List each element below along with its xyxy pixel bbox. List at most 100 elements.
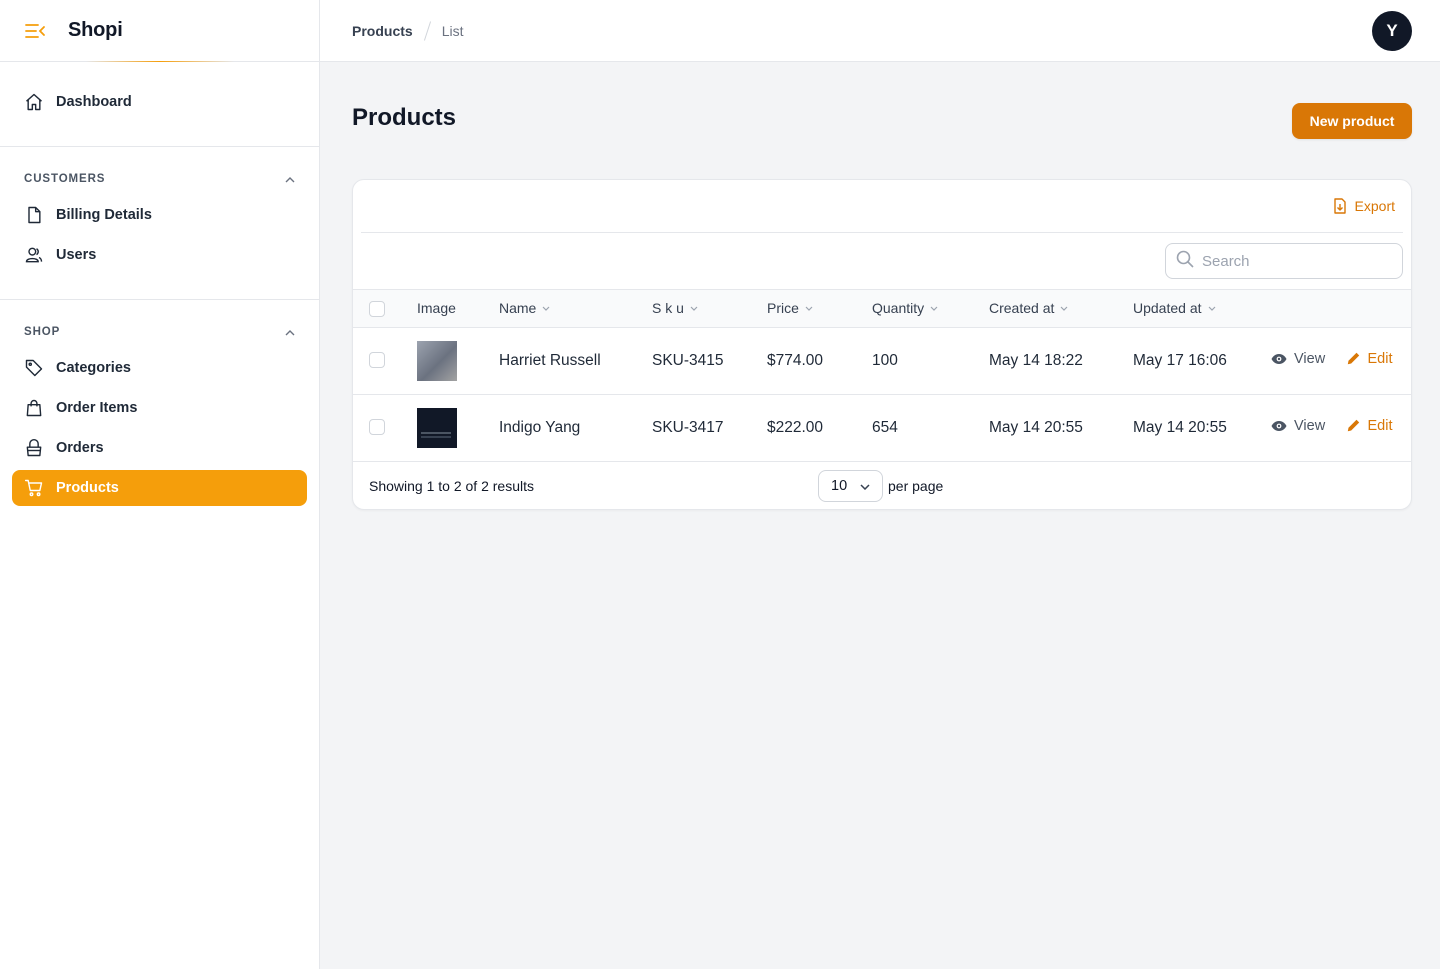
sidebar-item-orders[interactable]: Orders	[12, 430, 307, 466]
results-summary: Showing 1 to 2 of 2 results	[369, 478, 534, 494]
sidebar-item-products[interactable]: Products	[12, 470, 307, 506]
sort-chevron-icon	[1208, 306, 1216, 311]
column-label: Updated at	[1133, 300, 1202, 316]
shopping-cart-icon	[24, 478, 44, 498]
sidebar-item-dashboard[interactable]: Dashboard	[12, 84, 307, 120]
pencil-icon	[1347, 419, 1360, 432]
brand-underline	[86, 61, 234, 62]
table-row: Harriet Russell SKU-3415 $774.00 100 May…	[353, 327, 1411, 394]
search-box	[1165, 243, 1403, 279]
column-label: Name	[499, 300, 536, 316]
users-icon	[24, 245, 44, 265]
sidebar-item-label: Products	[56, 480, 119, 496]
column-label: Quantity	[872, 300, 924, 316]
group-toggle-shop[interactable]: SHOP	[12, 324, 307, 340]
sidebar-item-label: Categories	[56, 360, 131, 376]
tag-icon	[24, 358, 44, 378]
table-row: Indigo Yang SKU-3417 $222.00 654 May 14 …	[353, 394, 1411, 461]
sidebar-item-billing-details[interactable]: Billing Details	[12, 197, 307, 233]
sidebar-item-users[interactable]: Users	[12, 237, 307, 273]
cell-name: Indigo Yang	[499, 394, 652, 461]
search-input[interactable]	[1202, 253, 1392, 270]
cell-price: $774.00	[767, 327, 872, 394]
edit-label: Edit	[1367, 418, 1392, 434]
products-table-card: Export Image Name S k u Price Quantity C…	[352, 179, 1412, 510]
cell-quantity: 654	[872, 394, 989, 461]
sort-chevron-icon	[930, 306, 938, 311]
document-icon	[24, 205, 44, 225]
sidebar-item-categories[interactable]: Categories	[12, 350, 307, 386]
app-name: Shopi	[68, 19, 123, 42]
eye-icon	[1271, 353, 1287, 365]
row-checkbox[interactable]	[369, 352, 385, 368]
column-label: Price	[767, 300, 799, 316]
cell-updated-at: May 17 16:06	[1133, 327, 1271, 394]
cell-name: Harriet Russell	[499, 327, 652, 394]
column-header-price[interactable]: Price	[767, 300, 813, 316]
product-thumbnail	[417, 341, 457, 381]
table-toolbar: Export	[361, 180, 1403, 233]
edit-action[interactable]: Edit	[1347, 351, 1392, 367]
sidebar-item-label: Billing Details	[56, 207, 152, 223]
group-label: CUSTOMERS	[24, 173, 105, 185]
eye-icon	[1271, 420, 1287, 432]
pencil-icon	[1347, 352, 1360, 365]
row-checkbox[interactable]	[369, 419, 385, 435]
new-product-button[interactable]: New product	[1292, 103, 1412, 139]
cell-updated-at: May 14 20:55	[1133, 394, 1271, 461]
product-thumbnail	[417, 408, 457, 448]
shopping-bag-icon	[24, 398, 44, 418]
view-action[interactable]: View	[1271, 418, 1325, 434]
basket-icon	[24, 438, 44, 458]
column-header-created-at[interactable]: Created at	[989, 300, 1068, 316]
chevron-up-icon	[285, 170, 295, 188]
sidebar-item-label: Order Items	[56, 400, 137, 416]
column-header-quantity[interactable]: Quantity	[872, 300, 938, 316]
table-header-row: Image Name S k u Price Quantity Created …	[353, 290, 1411, 327]
products-table: Image Name S k u Price Quantity Created …	[353, 290, 1411, 462]
breadcrumb-separator	[424, 21, 431, 40]
column-header-name[interactable]: Name	[499, 300, 550, 316]
search-icon	[1176, 250, 1194, 273]
per-page-select[interactable]: 10	[818, 470, 883, 502]
sidebar-item-label: Users	[56, 247, 96, 263]
select-all-checkbox[interactable]	[369, 301, 385, 317]
group-toggle-customers[interactable]: CUSTOMERS	[12, 171, 307, 187]
export-label: Export	[1355, 198, 1395, 214]
cell-price: $222.00	[767, 394, 872, 461]
cell-sku: SKU-3417	[652, 394, 767, 461]
home-icon	[24, 92, 44, 112]
view-action[interactable]: View	[1271, 351, 1325, 367]
sort-chevron-icon	[690, 306, 698, 311]
brand-header: Shopi	[0, 0, 319, 62]
export-button[interactable]: Export	[1333, 198, 1395, 214]
edit-label: Edit	[1367, 351, 1392, 367]
column-header-image: Image	[417, 300, 456, 316]
per-page-label: per page	[888, 478, 943, 494]
chevron-down-icon	[860, 478, 870, 494]
column-header-sku[interactable]: S k u	[652, 300, 698, 316]
cell-created-at: May 14 18:22	[989, 327, 1133, 394]
nav-group-main: Dashboard	[0, 62, 319, 147]
group-label: SHOP	[24, 326, 60, 338]
nav-group-customers: CUSTOMERS Billing Details Users	[0, 147, 319, 300]
sidebar-item-label: Dashboard	[56, 94, 132, 110]
topbar: Products List Y	[320, 0, 1440, 62]
sort-chevron-icon	[805, 306, 813, 311]
per-page-value: 10	[831, 478, 847, 494]
cell-sku: SKU-3415	[652, 327, 767, 394]
collapse-menu-icon[interactable]	[24, 20, 46, 42]
page-title: Products	[352, 104, 456, 132]
breadcrumb-current: List	[442, 23, 464, 39]
column-header-updated-at[interactable]: Updated at	[1133, 300, 1216, 316]
breadcrumb-products[interactable]: Products	[352, 23, 413, 39]
chevron-up-icon	[285, 323, 295, 341]
sidebar: Shopi Dashboard CUSTOMERS Billing Detail…	[0, 0, 320, 969]
search-row	[353, 233, 1411, 290]
sidebar-item-order-items[interactable]: Order Items	[12, 390, 307, 426]
file-export-icon	[1333, 198, 1347, 214]
avatar[interactable]: Y	[1372, 11, 1412, 51]
breadcrumb: Products List	[352, 21, 463, 41]
edit-action[interactable]: Edit	[1347, 418, 1392, 434]
cell-quantity: 100	[872, 327, 989, 394]
